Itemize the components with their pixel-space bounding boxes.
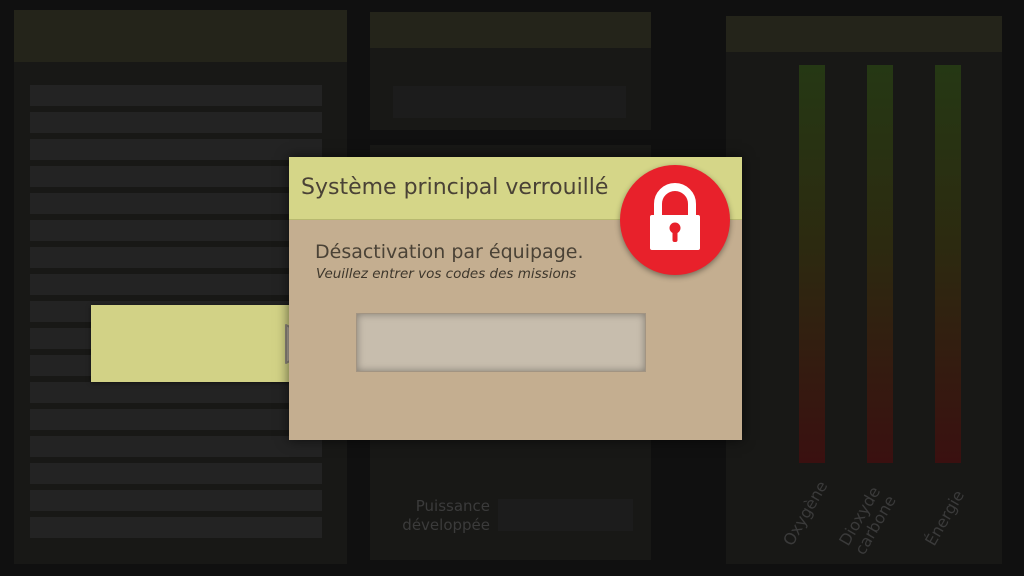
padlock-icon: [650, 183, 700, 250]
list-row: [30, 85, 322, 106]
middle-top-field: [393, 86, 626, 118]
list-row: [30, 193, 322, 214]
energy-gauge: [935, 65, 961, 463]
list-row: [30, 382, 322, 403]
dialog-hint: Veuillez entrer vos codes des missions: [316, 266, 577, 282]
oxygen-gauge: [799, 65, 825, 463]
list-row: [30, 139, 322, 160]
right-panel-header: [726, 16, 1002, 52]
list-row: [30, 247, 322, 268]
power-field: [498, 499, 633, 531]
co2-gauge: [867, 65, 893, 463]
left-panel-header: [14, 10, 347, 62]
lock-badge: [620, 165, 730, 275]
list-row: [30, 436, 322, 457]
mission-code-input[interactable]: [356, 313, 646, 372]
dialog-subtitle: Désactivation par équipage.: [315, 241, 584, 263]
middle-top-header: [370, 12, 651, 48]
dialog-title: Système principal verrouillé: [301, 175, 609, 200]
list-row: [30, 274, 322, 295]
list-row: [30, 220, 322, 241]
list-row: [30, 463, 322, 484]
list-row: [30, 517, 322, 538]
list-row: [30, 409, 322, 430]
list-row: [30, 112, 322, 133]
list-row: [30, 166, 322, 187]
list-row: [30, 490, 322, 511]
power-label: Puissance développée: [402, 497, 490, 534]
